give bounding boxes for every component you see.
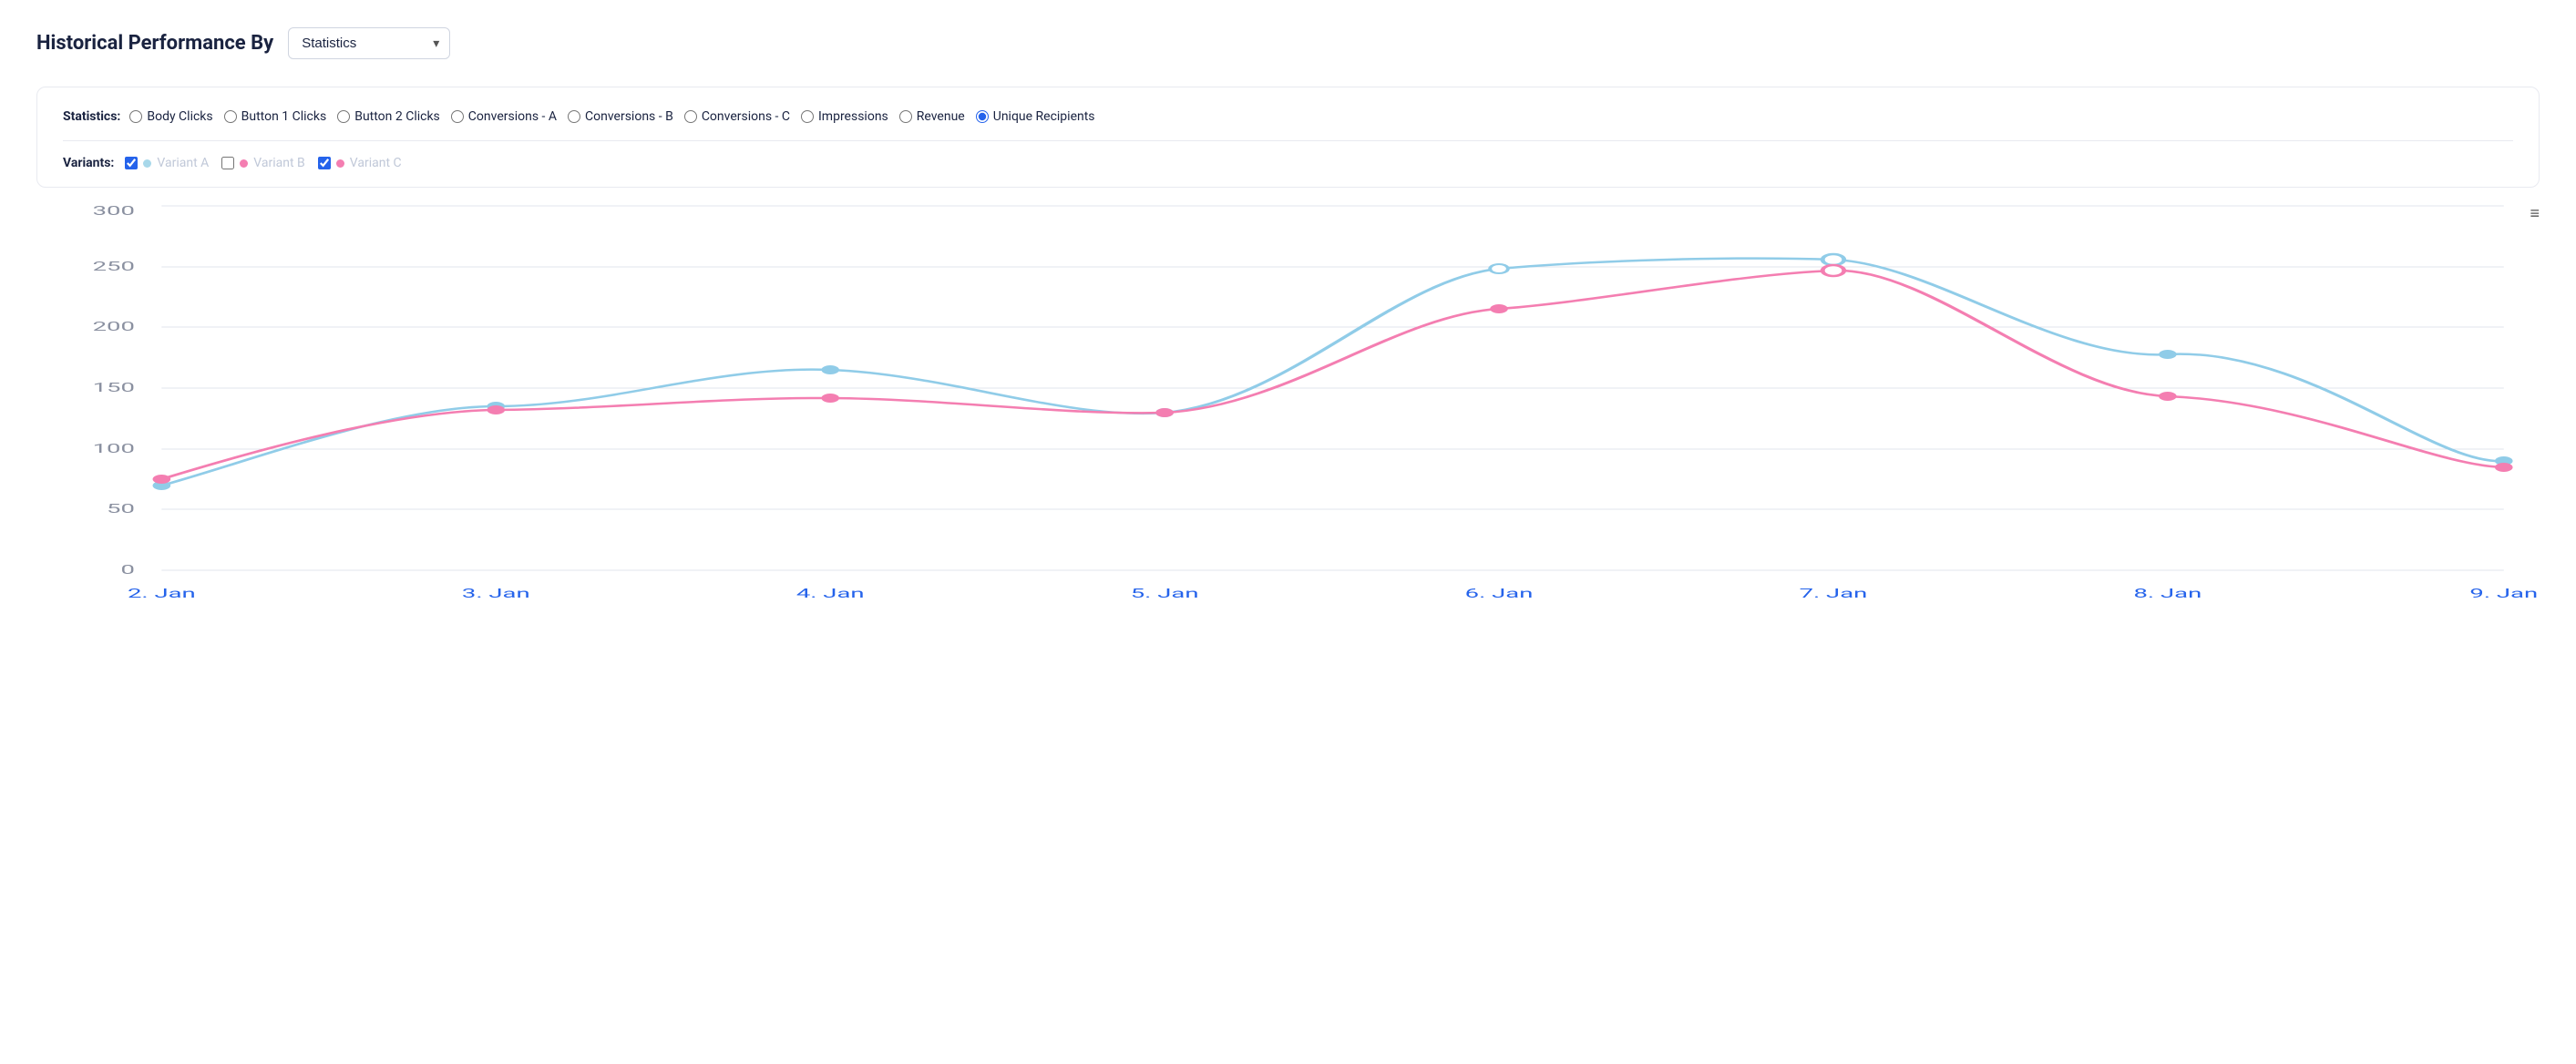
- radio-input-impressions[interactable]: [801, 110, 814, 123]
- radio-input-conversions-c[interactable]: [684, 110, 697, 123]
- radio-button1-clicks[interactable]: Button 1 Clicks: [224, 109, 327, 124]
- point-a-5: [1822, 254, 1844, 265]
- variant-c-dot: [336, 159, 344, 168]
- svg-text:100: 100: [93, 442, 135, 456]
- checkbox-input-variant-c[interactable]: [318, 157, 331, 169]
- chart-svg: 0 50 100 150 200 250 300 2. Jan 3. Jan 4…: [36, 206, 2540, 570]
- radio-label-conversions-a: Conversions - A: [468, 109, 557, 124]
- chart-area: 0 50 100 150 200 250 300 2. Jan 3. Jan 4…: [36, 206, 2540, 570]
- chart-menu-icon[interactable]: ≡: [2530, 206, 2540, 222]
- point-c-0: [153, 475, 171, 484]
- radio-input-conversions-a[interactable]: [451, 110, 464, 123]
- checkbox-variant-b[interactable]: Variant B: [221, 156, 305, 170]
- statistics-filter-label: Statistics:: [63, 109, 120, 124]
- point-c-3: [1155, 408, 1174, 417]
- point-a-6: [2159, 350, 2177, 359]
- radio-label-conversions-c: Conversions - C: [702, 109, 790, 124]
- variant-c-label: Variant C: [350, 156, 402, 170]
- checkbox-variant-c[interactable]: Variant C: [318, 156, 402, 170]
- radio-unique-recipients[interactable]: Unique Recipients: [976, 109, 1095, 124]
- svg-text:8. Jan: 8. Jan: [2133, 587, 2201, 601]
- chart-container: ≡ 0 50 100 150 200 250 300 2. Jan: [36, 206, 2540, 570]
- page-title: Historical Performance By: [36, 32, 273, 55]
- radio-input-button1-clicks[interactable]: [224, 110, 237, 123]
- radio-conversions-b[interactable]: Conversions - B: [568, 109, 673, 124]
- radio-label-conversions-b: Conversions - B: [585, 109, 673, 124]
- line-variant-c: [161, 271, 2503, 479]
- radio-conversions-c[interactable]: Conversions - C: [684, 109, 790, 124]
- svg-text:4. Jan: 4. Jan: [796, 587, 865, 601]
- point-c-1: [487, 405, 505, 414]
- radio-label-impressions: Impressions: [818, 109, 888, 124]
- variant-a-dot: [143, 159, 151, 168]
- filter-divider: [63, 140, 2513, 141]
- svg-text:2. Jan: 2. Jan: [128, 587, 196, 601]
- svg-text:300: 300: [93, 204, 135, 219]
- filter-card: Statistics: Body Clicks Button 1 Clicks …: [36, 87, 2540, 188]
- checkbox-input-variant-a[interactable]: [125, 157, 138, 169]
- svg-text:0: 0: [120, 563, 134, 578]
- radio-input-body-clicks[interactable]: [129, 110, 142, 123]
- radio-input-revenue[interactable]: [899, 110, 912, 123]
- radio-input-unique-recipients[interactable]: [976, 110, 989, 123]
- radio-button2-clicks[interactable]: Button 2 Clicks: [337, 109, 440, 124]
- checkbox-variant-a[interactable]: Variant A: [125, 156, 209, 170]
- radio-input-button2-clicks[interactable]: [337, 110, 350, 123]
- svg-text:3. Jan: 3. Jan: [462, 587, 530, 601]
- line-variant-a: [161, 259, 2503, 486]
- variants-label: Variants:: [63, 156, 114, 170]
- svg-text:9. Jan: 9. Jan: [2469, 587, 2538, 601]
- variant-b-label: Variant B: [253, 156, 305, 170]
- point-c-6: [2159, 392, 2177, 401]
- point-c-7: [2495, 463, 2513, 472]
- radio-label-button1-clicks: Button 1 Clicks: [241, 109, 327, 124]
- point-c-5: [1822, 265, 1844, 276]
- variant-a-label: Variant A: [157, 156, 209, 170]
- radio-impressions[interactable]: Impressions: [801, 109, 888, 124]
- radio-conversions-a[interactable]: Conversions - A: [451, 109, 557, 124]
- variant-b-dot: [240, 159, 248, 168]
- statistics-filter-row: Statistics: Body Clicks Button 1 Clicks …: [63, 109, 2513, 124]
- point-c-2: [821, 394, 839, 403]
- radio-label-revenue: Revenue: [917, 109, 965, 124]
- svg-text:7. Jan: 7. Jan: [1800, 587, 1868, 601]
- radio-input-conversions-b[interactable]: [568, 110, 580, 123]
- variants-row: Variants: Variant A Variant B Variant C: [63, 156, 2513, 170]
- radio-label-button2-clicks: Button 2 Clicks: [354, 109, 440, 124]
- svg-text:5. Jan: 5. Jan: [1131, 587, 1199, 601]
- svg-text:250: 250: [93, 260, 135, 274]
- point-a-4: [1490, 264, 1508, 273]
- radio-body-clicks[interactable]: Body Clicks: [129, 109, 212, 124]
- checkbox-input-variant-b[interactable]: [221, 157, 234, 169]
- point-c-4: [1490, 304, 1508, 313]
- radio-label-body-clicks: Body Clicks: [147, 109, 212, 124]
- radio-revenue[interactable]: Revenue: [899, 109, 965, 124]
- statistics-dropdown-wrapper: Statistics Body Clicks Button 1 Clicks B…: [288, 27, 450, 59]
- point-a-2: [821, 365, 839, 374]
- svg-text:200: 200: [93, 320, 135, 334]
- svg-text:150: 150: [93, 381, 135, 395]
- statistics-radio-group: Body Clicks Button 1 Clicks Button 2 Cli…: [129, 109, 1103, 124]
- svg-text:50: 50: [107, 502, 135, 517]
- radio-label-unique-recipients: Unique Recipients: [993, 109, 1095, 124]
- svg-text:6. Jan: 6. Jan: [1465, 587, 1534, 601]
- statistics-dropdown[interactable]: Statistics Body Clicks Button 1 Clicks B…: [288, 27, 450, 59]
